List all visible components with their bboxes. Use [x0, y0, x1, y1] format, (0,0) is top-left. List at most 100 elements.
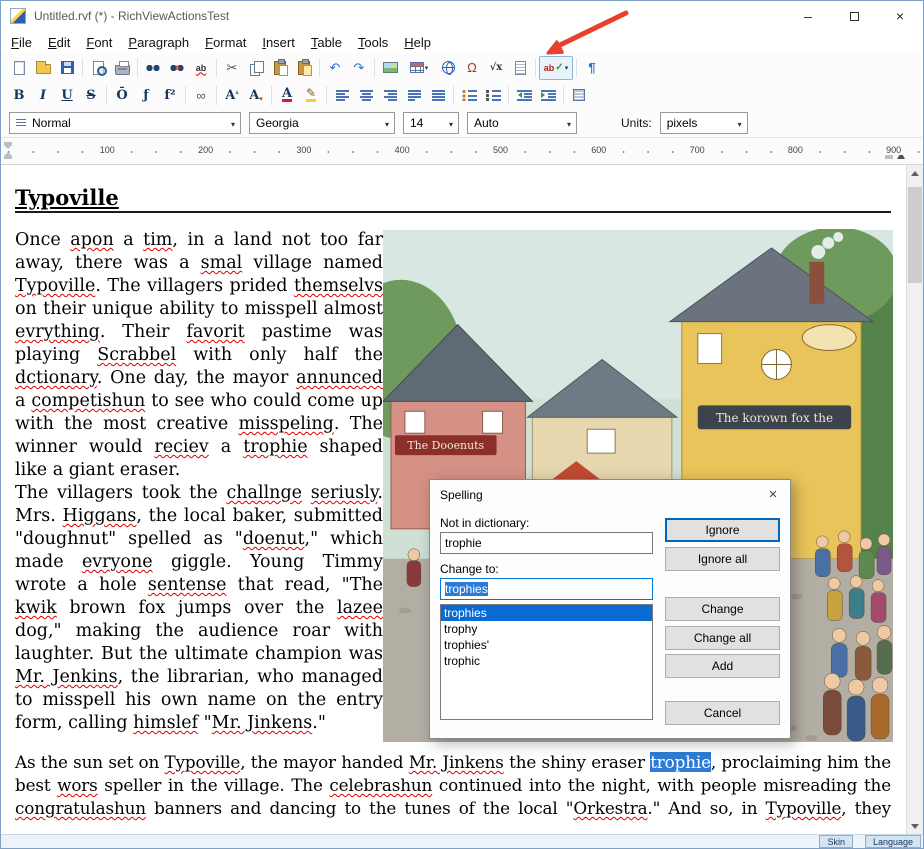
increase-indent-button[interactable] — [536, 83, 560, 107]
not-in-dictionary-field[interactable]: trophie — [440, 532, 653, 554]
add-button[interactable]: Add — [665, 654, 780, 678]
insert-symbol-button[interactable]: Ω — [460, 56, 484, 80]
minimize-button[interactable]: – — [785, 1, 831, 31]
suggestion-item[interactable]: trophy — [441, 621, 652, 637]
horizontal-ruler[interactable]: 100200300400500600700800900 — [1, 138, 923, 165]
misspelled-word: doenut — [243, 529, 305, 549]
cancel-button[interactable]: Cancel — [665, 701, 780, 725]
misspelled-word: Typoville — [165, 752, 241, 772]
scroll-down-button[interactable] — [907, 818, 923, 834]
redo-button[interactable]: ↷ — [347, 56, 371, 80]
shrink-font-button[interactable]: A — [244, 83, 268, 107]
align-right-button[interactable] — [378, 83, 402, 107]
suggestions-list[interactable]: trophiestrophytrophies'trophic — [440, 604, 653, 720]
misspelled-word: challnge — [226, 483, 302, 503]
font-color-combobox[interactable]: Auto — [467, 112, 577, 134]
ignore-button[interactable]: Ignore — [665, 518, 780, 542]
paste-special-button[interactable] — [292, 56, 316, 80]
highlight-color-button[interactable]: ✎ — [299, 83, 323, 107]
font-color-button[interactable]: A — [275, 83, 299, 107]
grow-font-button[interactable]: A — [220, 83, 244, 107]
print-button[interactable] — [110, 56, 134, 80]
align-force-justify-button[interactable] — [426, 83, 450, 107]
insert-document-button[interactable] — [508, 56, 532, 80]
suggestion-item[interactable]: trophic — [441, 653, 652, 669]
maximize-button[interactable] — [831, 1, 877, 31]
font-size-combobox[interactable]: 14 — [403, 112, 459, 134]
new-document-button[interactable] — [7, 56, 31, 80]
style-combobox[interactable]: Normal — [9, 112, 241, 134]
selected-text: trophies — [445, 582, 488, 596]
copy-button[interactable] — [244, 56, 268, 80]
suggestion-item[interactable]: trophies' — [441, 637, 652, 653]
align-justify-button[interactable] — [402, 83, 426, 107]
language-button[interactable]: Language — [865, 835, 921, 848]
first-line-indent-marker[interactable] — [4, 142, 12, 149]
change-to-field[interactable]: trophies — [440, 578, 653, 600]
undo-button[interactable]: ↶ — [323, 56, 347, 80]
find-replace-button[interactable] — [165, 56, 189, 80]
menu-tools[interactable]: Tools — [350, 32, 396, 53]
live-spelling-button[interactable]: ab — [189, 56, 213, 80]
bullet-list-button[interactable] — [457, 83, 481, 107]
spell-check-button[interactable]: ab▾ — [539, 56, 573, 80]
subscript-button[interactable]: ƒ — [134, 83, 158, 107]
align-left-button[interactable] — [330, 83, 354, 107]
formatting-marks-button[interactable]: ¶ — [580, 56, 604, 80]
overline-button[interactable]: Ō — [110, 83, 134, 107]
menu-help[interactable]: Help — [396, 32, 439, 53]
insert-picture-icon — [383, 62, 398, 73]
print-icon — [115, 65, 130, 75]
align-justify-icon — [408, 90, 421, 101]
skin-button[interactable]: Skin — [819, 835, 853, 848]
eyeglasses-button[interactable]: ∞ — [189, 83, 213, 107]
menu-file[interactable]: File — [3, 32, 40, 53]
menu-edit[interactable]: Edit — [40, 32, 78, 53]
toolbar-separator — [508, 86, 509, 105]
scroll-up-button[interactable] — [907, 165, 923, 181]
ignore-all-button[interactable]: Ignore all — [665, 547, 780, 571]
close-button[interactable]: × — [877, 1, 923, 31]
insert-picture-button[interactable] — [378, 56, 402, 80]
misspelled-word: tim — [143, 230, 172, 250]
strikethrough-button[interactable]: S — [79, 83, 103, 107]
scroll-up-icon — [911, 171, 919, 176]
scrollbar-thumb[interactable] — [908, 187, 922, 283]
vertical-scrollbar[interactable] — [906, 165, 923, 834]
italic-button[interactable]: I — [31, 83, 55, 107]
align-center-button[interactable] — [354, 83, 378, 107]
save-file-button[interactable] — [55, 56, 79, 80]
bold-button[interactable]: B — [7, 83, 31, 107]
paste-special-icon — [298, 61, 310, 75]
menu-insert[interactable]: Insert — [254, 32, 303, 53]
suggestion-item[interactable]: trophies — [441, 605, 652, 621]
cut-button[interactable]: ✂ — [220, 56, 244, 80]
redo-icon: ↷ — [354, 60, 365, 76]
status-bar: Skin Language — [1, 834, 923, 848]
open-file-button[interactable] — [31, 56, 55, 80]
superscript-button[interactable]: f² — [158, 83, 182, 107]
change-button[interactable]: Change — [665, 597, 780, 621]
font-combobox[interactable]: Georgia — [249, 112, 395, 134]
insert-hyperlink-button[interactable] — [436, 56, 460, 80]
dialog-close-button[interactable]: × — [756, 480, 790, 508]
decrease-indent-button[interactable] — [512, 83, 536, 107]
units-combobox[interactable]: pixels — [660, 112, 748, 134]
find-button[interactable] — [141, 56, 165, 80]
paragraph-color-button[interactable] — [567, 83, 591, 107]
menu-paragraph[interactable]: Paragraph — [120, 32, 197, 53]
overline-icon: Ō — [116, 88, 127, 103]
new-document-icon — [14, 61, 25, 75]
menu-table[interactable]: Table — [303, 32, 350, 53]
change-all-button[interactable]: Change all — [665, 626, 780, 650]
not-in-dictionary-label: Not in dictionary: — [440, 516, 529, 530]
insert-formula-button[interactable]: √x — [484, 56, 508, 80]
paste-button[interactable] — [268, 56, 292, 80]
menu-font[interactable]: Font — [78, 32, 120, 53]
menu-format[interactable]: Format — [197, 32, 254, 53]
print-preview-button[interactable] — [86, 56, 110, 80]
numbered-list-button[interactable] — [481, 83, 505, 107]
left-indent-marker[interactable] — [4, 152, 12, 159]
insert-table-button[interactable]: ▾ — [402, 56, 436, 80]
underline-button[interactable]: U — [55, 83, 79, 107]
